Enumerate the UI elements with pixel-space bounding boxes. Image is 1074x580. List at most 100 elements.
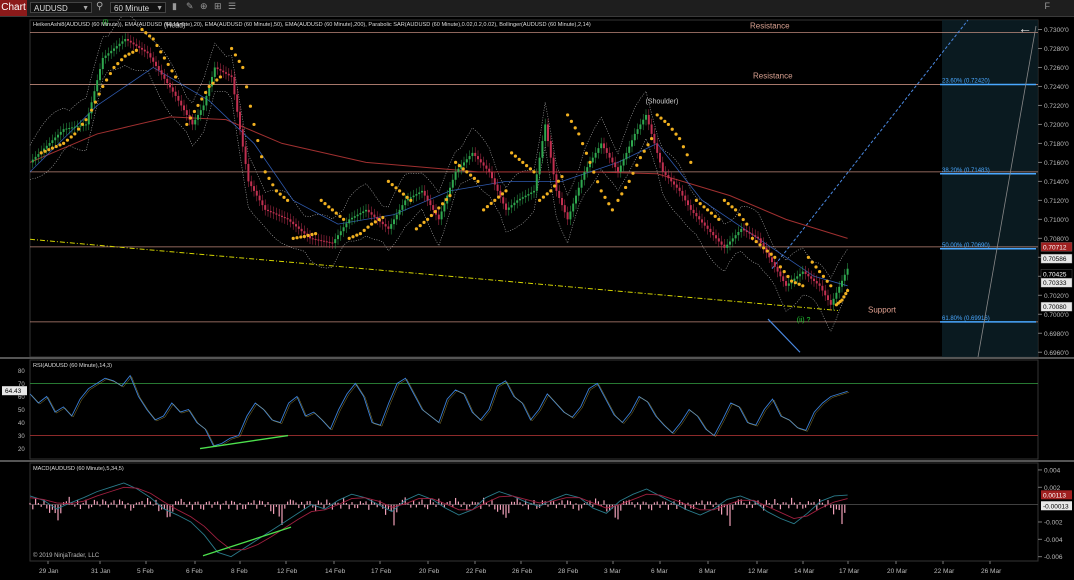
macd-histogram-bar bbox=[502, 504, 504, 515]
x-tick-label: 17 Feb bbox=[371, 568, 392, 575]
sar-dot bbox=[610, 208, 615, 212]
sar-dot bbox=[381, 215, 385, 220]
macd-current-label: -0.00013 bbox=[1043, 503, 1069, 510]
candle-body bbox=[451, 179, 454, 188]
macd-histogram-bar bbox=[698, 503, 700, 505]
macd-histogram-bar bbox=[505, 504, 507, 518]
macd-histogram-bar bbox=[54, 504, 56, 514]
macd-histogram-bar bbox=[555, 504, 557, 509]
macd-histogram-bar bbox=[620, 504, 622, 511]
chart-canvas[interactable]: 0.7300'0 0.7280'0 0.7260'0 0.7240'0 0.7220'0… bbox=[0, 16, 1074, 580]
candle-body bbox=[432, 205, 435, 210]
candle-body bbox=[605, 148, 608, 153]
sar-dot bbox=[497, 195, 501, 199]
sar-dot bbox=[844, 291, 848, 296]
properties-icon[interactable]: ☰ bbox=[228, 1, 236, 12]
candle-body bbox=[236, 94, 239, 112]
macd-histogram-bar bbox=[519, 502, 521, 505]
candle-body bbox=[421, 190, 423, 193]
sar-dot bbox=[730, 205, 734, 209]
chart-tab[interactable]: Chart bbox=[0, 0, 27, 16]
candle-body bbox=[415, 194, 418, 196]
sar-dot bbox=[401, 192, 406, 196]
candle-body bbox=[614, 162, 617, 168]
candle-body bbox=[787, 283, 790, 286]
candle-body bbox=[703, 222, 706, 226]
zoom-icon[interactable]: ⊕ bbox=[200, 1, 208, 12]
candle-body bbox=[832, 298, 835, 305]
sar-dot bbox=[553, 184, 557, 188]
macd-histogram-bar bbox=[513, 501, 515, 505]
sar-dot bbox=[282, 195, 286, 199]
candle-body bbox=[645, 114, 647, 120]
sar-dot bbox=[741, 217, 745, 222]
macd-histogram-bar bbox=[194, 501, 196, 505]
macd-histogram-bar bbox=[821, 502, 823, 505]
sar-dot bbox=[274, 189, 278, 193]
sar-dot bbox=[790, 279, 794, 283]
instrument-selector[interactable]: AUDUSD ▼ bbox=[30, 2, 92, 13]
panel-toggle-button[interactable]: F bbox=[1045, 1, 1051, 11]
sar-dot bbox=[351, 235, 355, 239]
macd-histogram-bar bbox=[242, 504, 244, 510]
interval-selector[interactable]: 60 Minute ▼ bbox=[110, 2, 166, 13]
candle-body bbox=[807, 273, 810, 277]
macd-histogram-bar bbox=[74, 504, 76, 507]
candle-body bbox=[712, 232, 715, 236]
candle-body bbox=[488, 168, 491, 172]
candle-body bbox=[110, 50, 113, 54]
sar-dot bbox=[140, 27, 144, 32]
candle-body bbox=[216, 67, 219, 70]
candle-body bbox=[642, 119, 645, 125]
resistance-label: Resistance bbox=[753, 72, 793, 81]
macd-histogram-bar bbox=[578, 504, 580, 511]
sar-dot bbox=[793, 281, 798, 285]
candle-body bbox=[129, 40, 132, 43]
macd-histogram-bar bbox=[637, 502, 639, 505]
candle-body bbox=[835, 292, 838, 299]
candle-body bbox=[709, 228, 712, 233]
y-tick-label: 0.7160'0 bbox=[1044, 160, 1069, 167]
macd-histogram-bar bbox=[29, 502, 31, 505]
candle-body bbox=[465, 159, 468, 163]
draw-tool-icon[interactable]: ✎ bbox=[186, 1, 194, 12]
sar-dot bbox=[162, 56, 166, 60]
macd-histogram-bar bbox=[376, 504, 378, 508]
candle-body bbox=[678, 187, 681, 191]
sar-dot bbox=[441, 202, 445, 206]
macd-histogram-bar bbox=[191, 504, 193, 510]
strategy-icon[interactable]: ⊞ bbox=[214, 1, 222, 12]
candle-body bbox=[255, 190, 258, 196]
candle-body bbox=[771, 257, 773, 263]
bar-style-icon[interactable]: ▮ bbox=[172, 1, 177, 12]
candle-body bbox=[404, 200, 407, 206]
sar-dot bbox=[237, 59, 241, 63]
x-tick-label: 3 Mar bbox=[604, 568, 621, 575]
candle-body bbox=[650, 124, 653, 134]
sar-dot bbox=[65, 138, 70, 142]
back-arrow-icon[interactable]: ← bbox=[1018, 20, 1032, 36]
candle-body bbox=[821, 285, 824, 291]
candle-body bbox=[563, 205, 566, 213]
sar-dot bbox=[170, 69, 174, 73]
sar-dot bbox=[112, 65, 116, 70]
candle-body bbox=[521, 197, 524, 199]
candle-body bbox=[723, 244, 726, 248]
macd-histogram-bar bbox=[648, 504, 650, 509]
x-tick-label: 8 Feb bbox=[231, 568, 248, 575]
sar-dot bbox=[159, 50, 163, 54]
sar-dot bbox=[47, 148, 51, 152]
macd-histogram-bar bbox=[144, 504, 146, 508]
sar-dot bbox=[689, 160, 693, 164]
candle-body bbox=[393, 219, 395, 225]
candle-body bbox=[295, 224, 297, 227]
candle-body bbox=[272, 212, 275, 214]
macd-histogram-bar bbox=[527, 504, 529, 510]
candle-body bbox=[325, 241, 328, 243]
candle-body bbox=[516, 200, 519, 203]
candle-body bbox=[314, 238, 317, 240]
sar-dot bbox=[405, 195, 409, 199]
macd-histogram-bar bbox=[340, 504, 342, 509]
search-icon[interactable]: ⚲ bbox=[96, 1, 103, 12]
candle-body bbox=[796, 276, 799, 279]
